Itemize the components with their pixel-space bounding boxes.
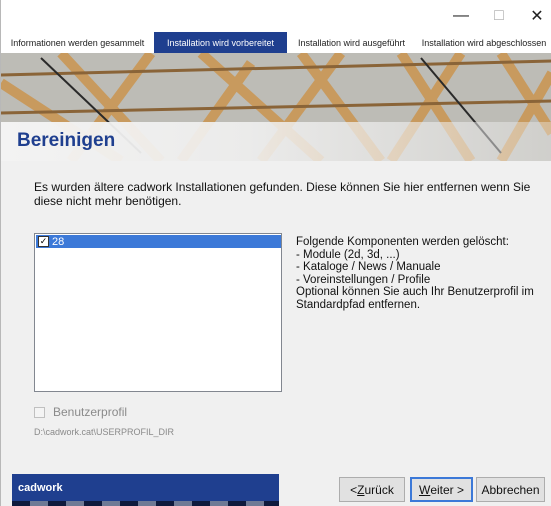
title-bar: — □ ✕ [1,0,551,32]
step-finishing: Installation wird abgeschlossen [421,37,547,48]
step-collecting: Informationen werden gesammelt [10,37,145,48]
page-title: Bereinigen [17,130,116,151]
checkbox-28[interactable]: ✓ [38,236,49,247]
maximize-icon[interactable]: □ [479,0,519,32]
back-accesskey: Z [357,482,365,497]
step-executing: Installation wird ausgeführt [297,37,406,48]
description-text: Es wurden ältere cadwork Installationen … [34,180,531,208]
banner-title-band: Bereinigen [1,122,551,161]
profile-checkbox[interactable] [34,406,45,418]
list-item-label: 28 [52,235,65,248]
close-icon[interactable]: ✕ [517,0,551,32]
installations-list[interactable]: ✓ 28 [34,233,282,392]
brand-bar: cadwork [12,474,279,506]
header-banner: Bereinigen [1,53,551,161]
step-preparing: Installation wird vorbereitet [154,32,287,53]
back-button[interactable]: < Zurück [339,477,405,502]
progress-steps: Informationen werden gesammelt Installat… [1,32,551,53]
next-button[interactable]: Weiter > [410,477,473,502]
profile-path: D:\cadwork.cat\USERPROFIL_DIR [34,427,175,437]
next-label-rest: eiter > [430,482,464,497]
brand-stripe [12,501,279,506]
cancel-button[interactable]: Abbrechen [476,477,545,502]
back-prefix: < [350,482,358,497]
back-label-rest: urück [364,482,394,497]
next-accesskey: W [418,482,431,497]
list-item[interactable]: ✓ 28 [36,235,281,248]
profile-checkbox-label: Benutzerprofil [53,405,128,419]
components-info-text: Folgende Komponenten werden gelöscht: - … [296,236,534,311]
minimize-icon[interactable]: — [441,0,481,32]
profile-checkbox-row[interactable]: Benutzerprofil [34,405,127,419]
brand-logo-text: cadwork [18,482,63,494]
installer-window: — □ ✕ Informationen werden gesammelt Ins… [0,0,551,506]
